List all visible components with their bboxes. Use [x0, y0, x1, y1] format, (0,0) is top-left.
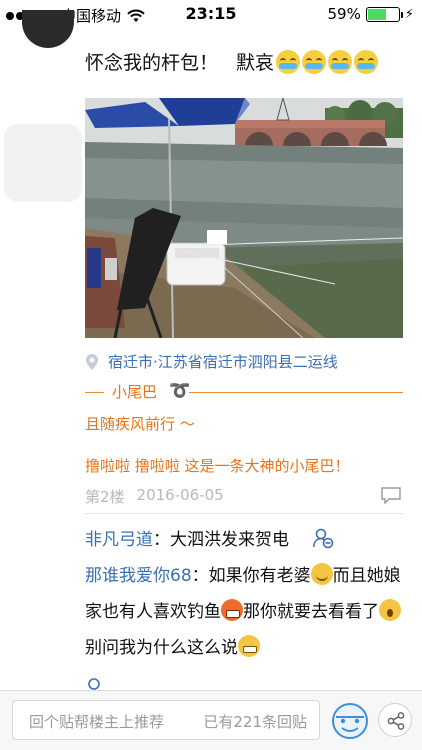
bottom-bar: 回个贴帮楼主上推荐 已有221条回贴: [0, 690, 422, 750]
battery-percent: 59%: [327, 5, 361, 23]
tail-divider-right: [189, 392, 403, 393]
tail-motto: 且随疾风前行 ～: [85, 415, 195, 433]
smile-emoji-icon: [310, 563, 333, 585]
floor-number: 第2楼: [85, 488, 125, 506]
reply-comment-icon[interactable]: [381, 487, 401, 504]
comment-text: 别问我为什么这么说: [85, 638, 238, 658]
battery-fill: [367, 8, 386, 20]
tail-label: 小尾巴: [112, 383, 158, 401]
shocked-emoji-icon: [379, 599, 401, 621]
comment-sep: ：: [153, 530, 170, 550]
crying-emoji-icon: [354, 49, 379, 74]
location-text: 宿迁市·江苏省宿迁市泗阳县二运线: [108, 353, 338, 371]
charging-bolt-icon: ⚡: [404, 6, 414, 22]
tail-swirl-icon: ➰: [169, 381, 191, 401]
grin-emoji-icon: [238, 635, 260, 657]
user-minus-icon[interactable]: [312, 527, 334, 549]
battery-icon: [365, 6, 403, 22]
tail-slogan: 撸啦啦 撸啦啦 这是一条大神的小尾巴！: [85, 457, 350, 475]
comment-text: 那你就要去看看了: [243, 602, 379, 622]
comment-user[interactable]: 那谁我爱你68: [85, 566, 192, 586]
tail-divider-left: [85, 392, 104, 393]
search-more-icon[interactable]: [86, 676, 104, 690]
reply-input[interactable]: 回个贴帮楼主上推荐 已有221条回贴: [12, 700, 320, 740]
floor-date: 2016-06-05: [136, 486, 224, 504]
post-body: 怀念我的杆包！: [85, 52, 219, 74]
tail-header: 小尾巴 ➰: [85, 381, 403, 403]
location-pin-icon: [86, 353, 98, 370]
post-text: 怀念我的杆包！ 默哀: [85, 48, 379, 75]
angry-emoji-icon: [221, 599, 243, 621]
comment-list: 非凡弓道：大泗洪发来贺电 那谁我爱你68：如果你有老婆 而且她娘家也有人喜欢钓鱼那…: [85, 522, 403, 666]
emoji-face-button-icon[interactable]: [330, 701, 370, 741]
status-right: 59% ⚡: [328, 5, 414, 23]
share-icon: [387, 712, 405, 730]
post-photo[interactable]: [85, 98, 403, 338]
comment-sep: ：: [191, 566, 209, 586]
crying-emoji-icon: [302, 49, 327, 74]
comment-item: 那谁我爱你68：如果你有老婆 而且她娘家也有人喜欢钓鱼 那你就要去看看了别问我为什么…: [85, 558, 403, 666]
post-body-2: 默哀: [236, 52, 275, 74]
comment-text: 大泗洪发来贺电: [170, 530, 289, 550]
crying-emoji-icon: [328, 49, 353, 74]
crying-emoji-icon: [276, 49, 301, 74]
avatar[interactable]: [22, 10, 74, 48]
comment-text: 如果你有老婆: [208, 566, 311, 586]
location-link[interactable]: 宿迁市·江苏省宿迁市泗阳县二运线: [85, 351, 338, 372]
comment-user[interactable]: 非凡弓道: [85, 530, 153, 550]
reply-placeholder: 回个贴帮楼主上推荐: [29, 713, 165, 731]
share-button[interactable]: [378, 703, 412, 737]
floor-avatar[interactable]: [4, 124, 82, 202]
floor-meta: 第2楼 2016-06-05: [85, 486, 224, 507]
comment-item: 非凡弓道：大泗洪发来贺电: [85, 522, 403, 558]
reply-count: 已有221条回贴: [203, 713, 307, 731]
crying-emoji-row: [276, 49, 379, 74]
divider: [85, 513, 403, 514]
